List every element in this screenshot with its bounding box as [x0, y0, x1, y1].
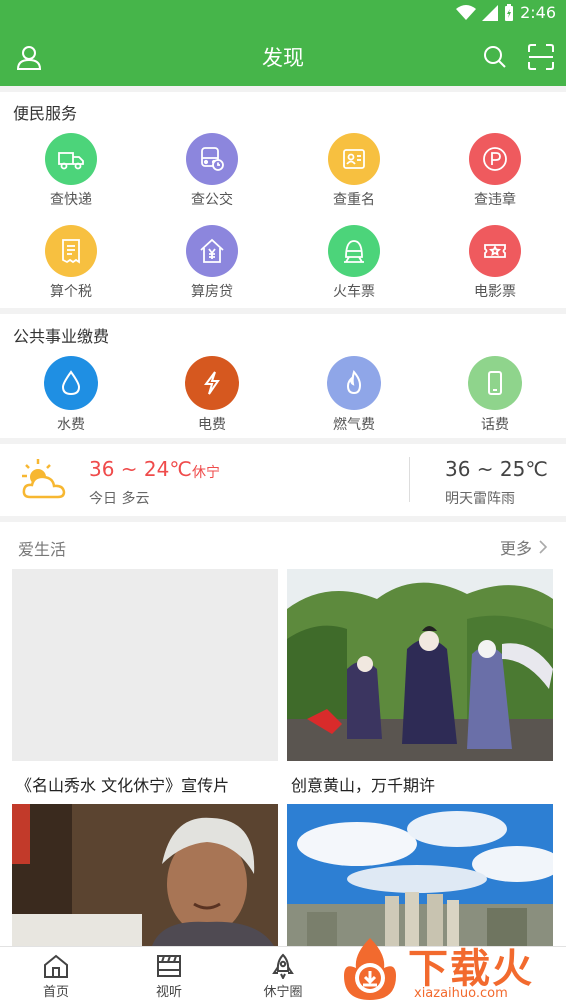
service-violation[interactable]: 查违章	[440, 133, 550, 209]
convenience-title: 便民服务	[13, 104, 78, 123]
tab-home[interactable]: 首页	[11, 953, 101, 1000]
service-express[interactable]: 查快递	[16, 133, 126, 209]
status-bar: 2:46	[0, 0, 566, 28]
love-life-section: 爱生活 更多 《名山秀水 文化休宁》宣传片 创意黄山，万千期许	[0, 522, 566, 946]
card-title[interactable]: 《名山秀水 文化休宁》宣传片	[16, 772, 229, 796]
weather-city: 休宁	[192, 465, 220, 481]
elderly-woman-photo[interactable]	[12, 804, 278, 946]
tab-media[interactable]: 视听	[124, 953, 214, 1000]
service-tax[interactable]: 算个税	[16, 225, 126, 301]
ticket-icon	[469, 225, 521, 277]
status-time: 2:46	[520, 3, 556, 22]
tab-label: 视听	[155, 985, 182, 1000]
today-description: 今日 多云	[89, 491, 150, 507]
service-label: 火车票	[333, 284, 375, 300]
service-name-check[interactable]: 查重名	[299, 133, 409, 209]
service-label: 查重名	[333, 192, 375, 208]
film-icon	[157, 955, 181, 977]
truck-icon	[45, 133, 97, 185]
house-yuan-icon	[186, 225, 238, 277]
tab-label: 休宁圈	[263, 985, 303, 1000]
service-label: 电影票	[474, 284, 516, 300]
flame-icon	[327, 356, 381, 410]
wifi-icon	[456, 4, 477, 20]
sun-cloud-icon	[22, 459, 66, 499]
utility-label: 水费	[57, 417, 85, 433]
service-mortgage[interactable]: 算房贷	[157, 225, 267, 301]
card-title[interactable]: 创意黄山，万千期许	[291, 772, 435, 796]
phone-icon	[468, 356, 522, 410]
weather-divider	[409, 457, 410, 502]
signal-icon	[482, 4, 499, 21]
tomorrow-description: 明天雷阵雨	[445, 491, 515, 507]
service-label: 算个税	[50, 284, 92, 300]
utilities-section: 公共事业缴费 水费 电费 燃气费 话费	[0, 314, 566, 438]
costume-photo[interactable]	[287, 569, 553, 761]
utilities-title: 公共事业缴费	[13, 327, 110, 346]
service-label: 查违章	[474, 192, 516, 208]
utility-water[interactable]: 水费	[16, 356, 126, 434]
more-label: 更多	[499, 539, 532, 558]
home-icon	[44, 954, 68, 978]
watermark-url: xiazaihuo.com	[414, 986, 508, 1001]
service-bus[interactable]: 查公交	[157, 133, 267, 209]
service-label: 查快递	[50, 192, 92, 208]
weather-card[interactable]: 36 ~ 24℃ 休宁 今日 多云 36 ~ 25℃ 明天雷阵雨	[0, 444, 566, 516]
service-label: 查公交	[191, 192, 233, 208]
bus-icon	[186, 133, 238, 185]
scan-button[interactable]	[526, 42, 556, 72]
rocket-icon	[272, 953, 294, 979]
tab-circle[interactable]: 休宁圈	[238, 953, 328, 1000]
train-icon	[328, 225, 380, 277]
convenience-section: 便民服务 查快递 查公交 查重名 查违章 算个税 算房贷 火车票 电影票	[0, 92, 566, 308]
more-link[interactable]: 更多	[500, 535, 548, 559]
love-life-title: 爱生活	[18, 540, 67, 559]
today-temperature: 36 ~ 24℃	[89, 457, 192, 481]
id-card-icon	[328, 133, 380, 185]
utility-gas[interactable]: 燃气费	[299, 356, 409, 434]
receipt-icon	[45, 225, 97, 277]
parking-icon	[469, 133, 521, 185]
utility-electric[interactable]: 电费	[157, 356, 267, 434]
city-skyline-photo[interactable]	[287, 804, 553, 946]
utility-phone[interactable]: 话费	[440, 356, 550, 434]
tab-label: 首页	[42, 985, 69, 1000]
battery-icon	[505, 3, 514, 21]
flame-logo	[344, 938, 396, 1000]
chevron-right-icon	[539, 540, 548, 554]
water-drop-icon	[44, 356, 98, 410]
service-movie[interactable]: 电影票	[440, 225, 550, 301]
tomorrow-temperature: 36 ~ 25℃	[445, 457, 548, 481]
scan-icon	[528, 44, 554, 70]
service-train[interactable]: 火车票	[299, 225, 409, 301]
service-label: 算房贷	[191, 284, 233, 300]
utility-label: 燃气费	[333, 417, 375, 433]
app-bar: 发现	[0, 28, 566, 86]
search-icon	[484, 46, 506, 68]
video-thumbnail[interactable]	[12, 569, 278, 761]
search-button[interactable]	[480, 42, 510, 72]
lightning-icon	[185, 356, 239, 410]
watermark: 下载火 xiazaihuo.com	[330, 928, 566, 1006]
utility-label: 电费	[198, 417, 226, 433]
utility-label: 话费	[481, 417, 509, 433]
